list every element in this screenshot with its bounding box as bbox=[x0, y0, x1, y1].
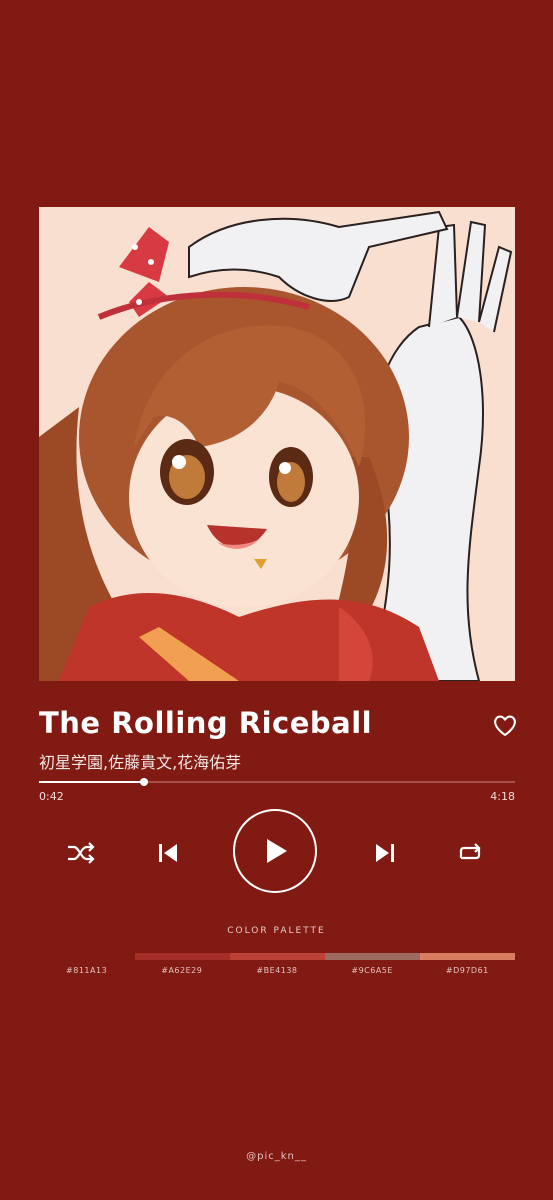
palette-swatches bbox=[135, 953, 515, 960]
credit-handle: @pic_kn__ bbox=[246, 1151, 307, 1162]
previous-button[interactable] bbox=[153, 838, 183, 868]
swatch-1 bbox=[135, 953, 230, 960]
hex-code: #811A13 bbox=[66, 966, 108, 975]
hex-code: #9C6A5E bbox=[351, 966, 393, 975]
heart-icon[interactable] bbox=[491, 711, 519, 739]
swatch-3 bbox=[325, 953, 420, 960]
hex-code: #BE4138 bbox=[256, 966, 298, 975]
palette-hex-codes: #811A13 #A62E29 #BE4138 #9C6A5E #D97D61 bbox=[39, 966, 515, 975]
repeat-button[interactable] bbox=[455, 838, 485, 868]
skip-next-icon bbox=[376, 844, 394, 862]
play-icon bbox=[267, 839, 287, 863]
progress-bar[interactable] bbox=[39, 778, 515, 786]
shuffle-button[interactable] bbox=[64, 838, 98, 868]
play-button[interactable] bbox=[233, 809, 317, 893]
song-title: The Rolling Riceball bbox=[39, 706, 373, 740]
progress-handle[interactable] bbox=[140, 778, 149, 786]
shuffle-icon bbox=[68, 842, 95, 864]
current-time: 0:42 bbox=[39, 790, 64, 803]
swatch-2 bbox=[230, 953, 325, 960]
hex-code: #A62E29 bbox=[161, 966, 203, 975]
next-button[interactable] bbox=[370, 838, 400, 868]
swatch-4 bbox=[420, 953, 515, 960]
progress-fill bbox=[39, 781, 145, 783]
repeat-icon bbox=[459, 843, 481, 860]
total-time: 4:18 bbox=[490, 790, 515, 803]
skip-previous-icon bbox=[159, 844, 177, 862]
song-artist: 初星学園,佐藤貴文,花海佑芽 bbox=[39, 753, 242, 772]
album-art bbox=[39, 207, 515, 681]
palette-title: COLOR PALETTE bbox=[227, 926, 326, 936]
hex-code: #D97D61 bbox=[445, 966, 489, 975]
